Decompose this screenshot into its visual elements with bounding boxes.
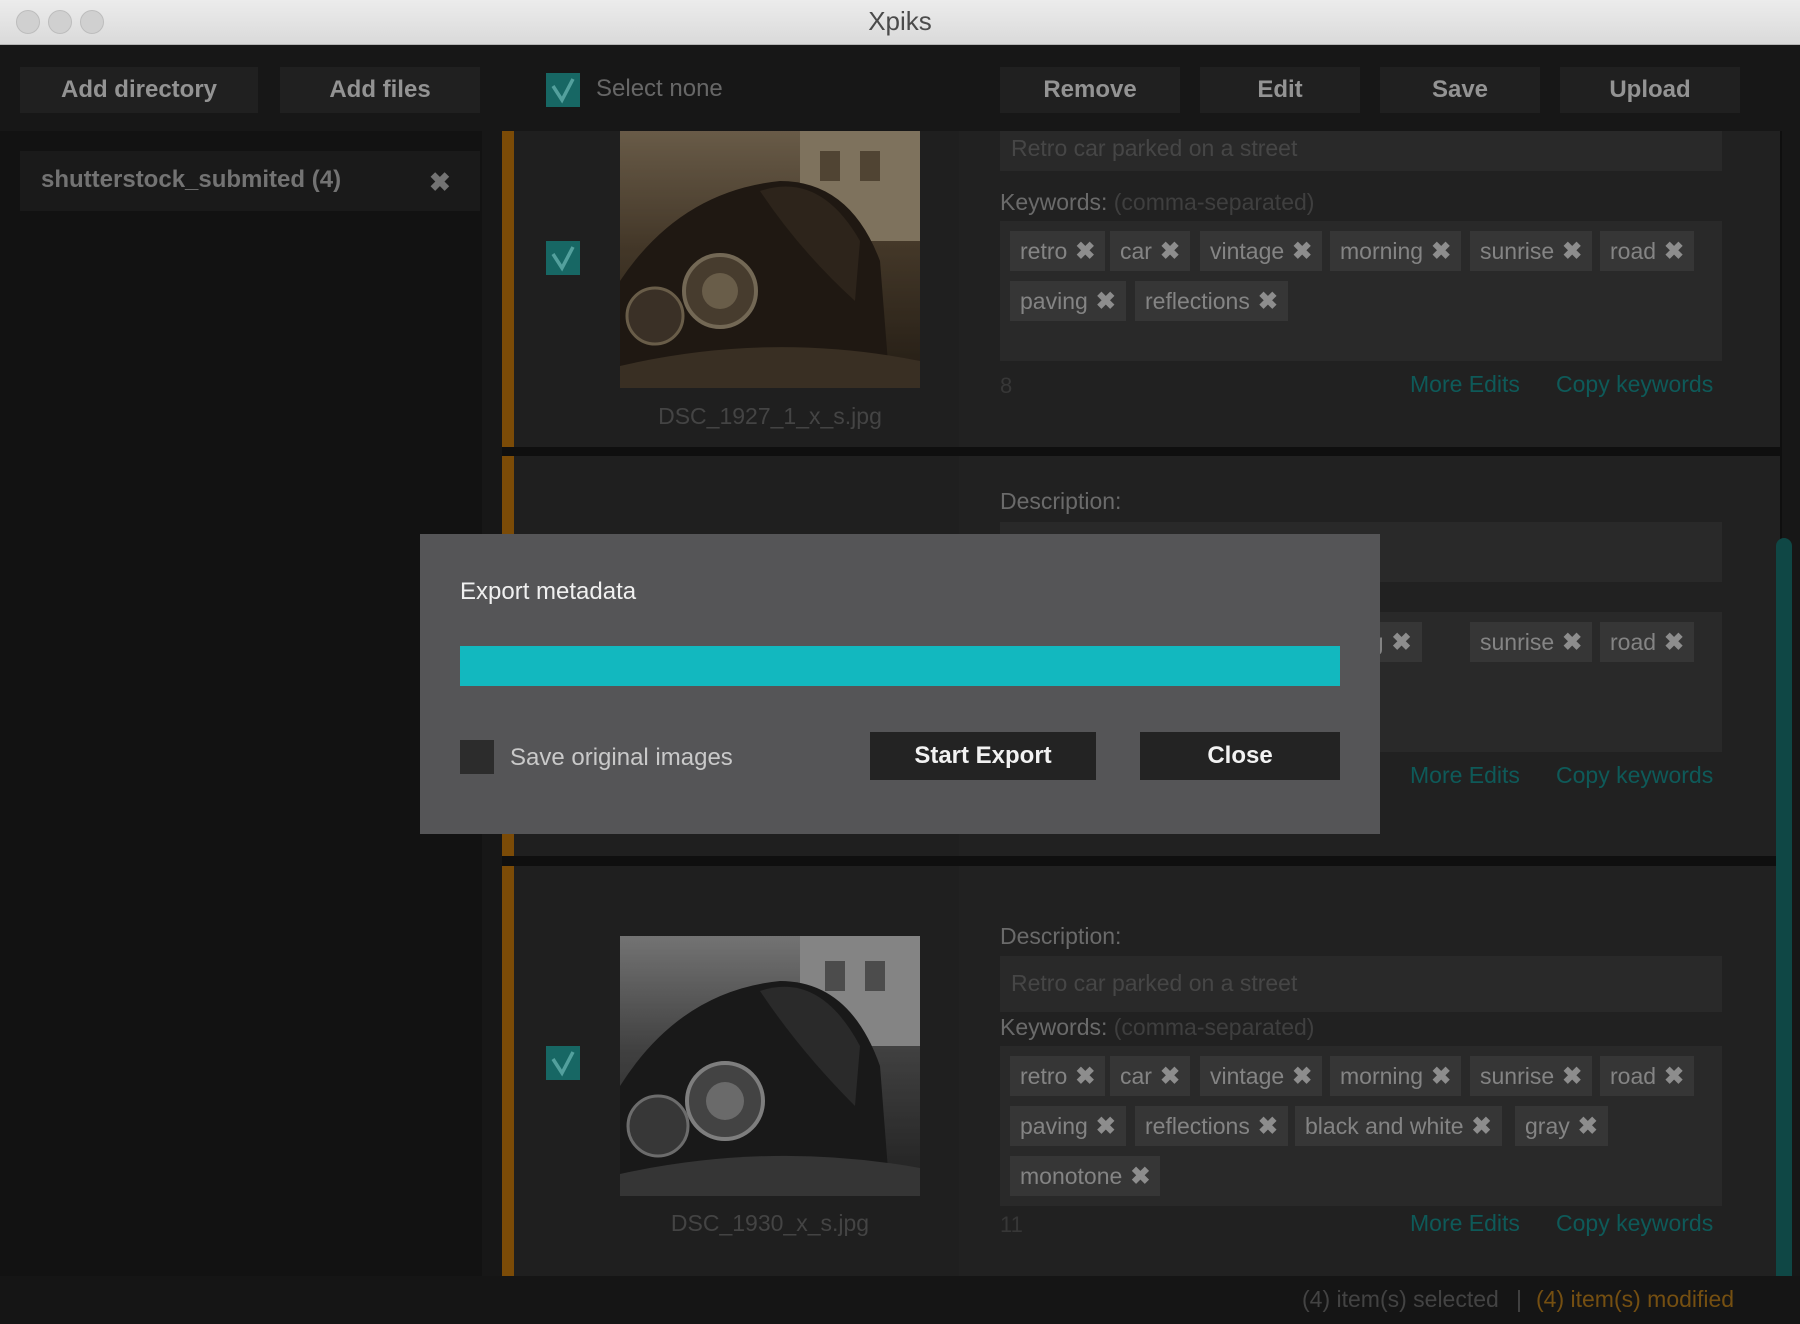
- start-export-button[interactable]: Start Export: [870, 732, 1096, 780]
- close-button[interactable]: Close: [1140, 732, 1340, 780]
- window-titlebar: Xpiks: [0, 0, 1800, 45]
- export-progress-bar: [460, 646, 1340, 686]
- export-metadata-dialog: Export metadata Save original images Sta…: [420, 534, 1380, 834]
- window-title: Xpiks: [868, 6, 932, 36]
- save-original-label[interactable]: Save original images: [510, 744, 733, 772]
- dialog-title: Export metadata: [460, 578, 637, 605]
- progress-fill: [460, 646, 1340, 686]
- save-original-checkbox[interactable]: [460, 740, 494, 774]
